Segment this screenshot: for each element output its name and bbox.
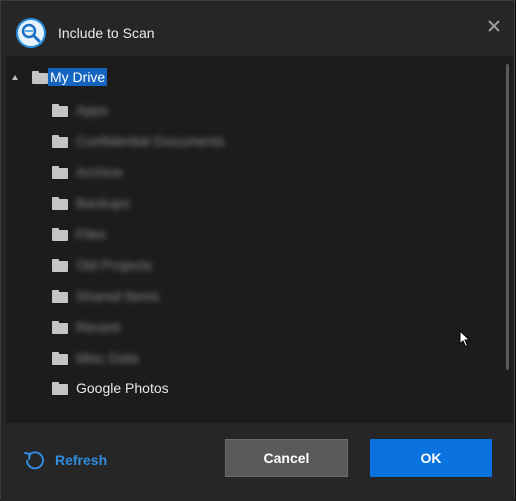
folder-icon <box>52 134 68 148</box>
expand-toggle-icon[interactable] <box>12 74 18 80</box>
dialog-titlebar: Include to Scan <box>1 1 514 55</box>
dialog-title: Include to Scan <box>58 25 155 41</box>
tree-item-label[interactable]: Files <box>76 226 106 242</box>
tree-item[interactable]: Misc Data <box>52 346 138 370</box>
tree-item[interactable]: Google Photos <box>52 376 169 400</box>
tree-item[interactable]: Apps <box>52 98 108 122</box>
folder-icon <box>52 351 68 365</box>
refresh-label[interactable]: Refresh <box>55 452 107 468</box>
tree-root-label[interactable]: My Drive <box>48 68 108 86</box>
mouse-cursor-icon <box>459 330 471 348</box>
folder-tree[interactable]: My Drive Apps Confidential Documents Arc… <box>6 56 513 423</box>
folder-icon <box>52 381 68 395</box>
tree-root-row[interactable]: My Drive <box>12 65 108 89</box>
tree-item[interactable]: Archive <box>52 160 123 184</box>
folder-icon <box>52 258 68 272</box>
tree-item-label[interactable]: Confidential Documents <box>76 133 225 149</box>
tree-item[interactable]: Old Projects <box>52 253 152 277</box>
tree-item[interactable]: Files <box>52 222 106 246</box>
refresh-icon <box>24 451 44 470</box>
tree-item-label[interactable]: Shared Items <box>76 288 159 304</box>
folder-icon <box>52 196 68 210</box>
folder-icon <box>52 103 68 117</box>
search-scan-icon <box>16 18 46 48</box>
tree-scrollbar[interactable] <box>506 64 509 370</box>
close-icon[interactable] <box>486 18 502 34</box>
folder-icon <box>52 165 68 179</box>
folder-icon <box>52 289 68 303</box>
folder-icon <box>32 70 48 84</box>
refresh-button[interactable]: Refresh <box>23 449 107 471</box>
include-to-scan-dialog: Include to Scan My Drive Apps Confidenti… <box>0 0 515 501</box>
folder-icon <box>52 320 68 334</box>
tree-item-label[interactable]: Google Photos <box>76 380 169 396</box>
tree-item-label[interactable]: Backups <box>76 195 130 211</box>
tree-item[interactable]: Recent <box>52 315 120 339</box>
tree-item-label[interactable]: Apps <box>76 102 108 118</box>
dialog-footer: Refresh Cancel OK <box>1 423 514 501</box>
ok-button[interactable]: OK <box>370 439 492 477</box>
tree-item-label[interactable]: Archive <box>76 164 123 180</box>
folder-icon <box>52 227 68 241</box>
tree-item-label[interactable]: Misc Data <box>76 350 138 366</box>
tree-item-label[interactable]: Old Projects <box>76 257 152 273</box>
tree-item[interactable]: Confidential Documents <box>52 129 225 153</box>
tree-item[interactable]: Backups <box>52 191 130 215</box>
tree-item-label[interactable]: Recent <box>76 319 120 335</box>
cancel-button[interactable]: Cancel <box>225 439 348 477</box>
tree-item[interactable]: Shared Items <box>52 284 159 308</box>
